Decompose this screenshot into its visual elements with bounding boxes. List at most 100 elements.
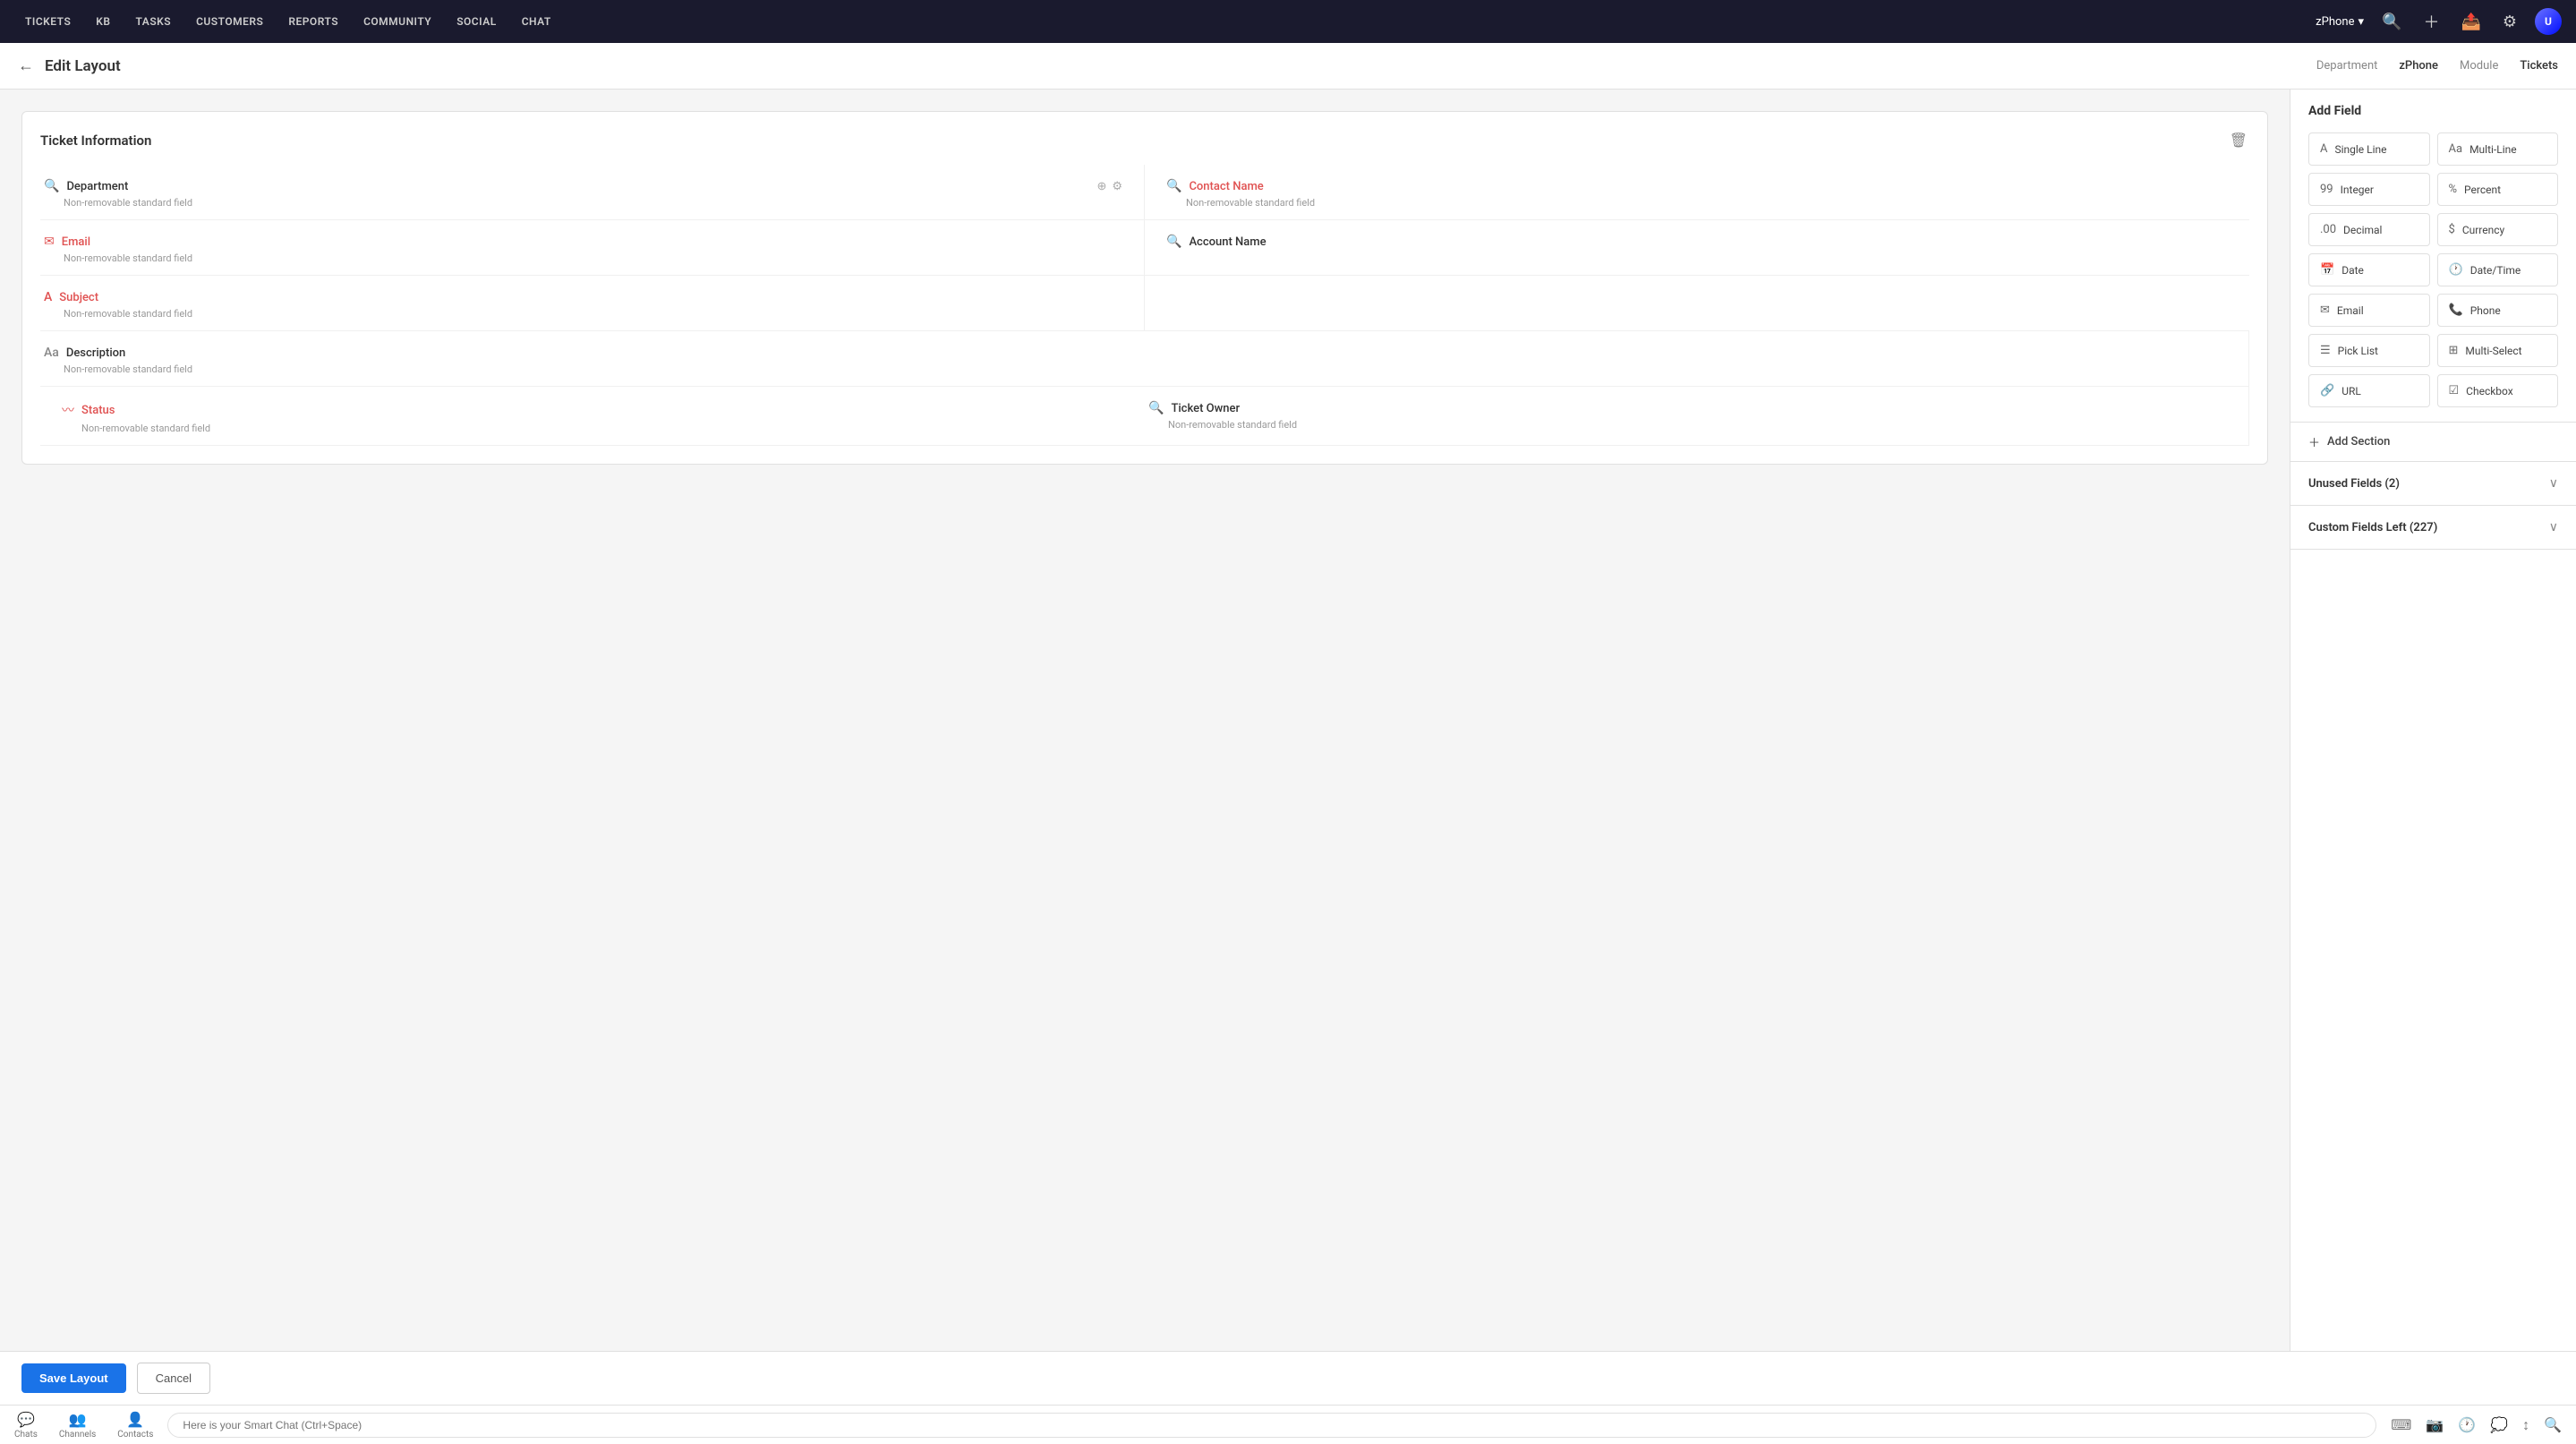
- field-type-percent[interactable]: %Percent: [2437, 173, 2559, 206]
- custom-fields-chevron-icon: ∨: [2549, 520, 2558, 534]
- field-meta-status: Non-removable standard field: [62, 423, 1130, 434]
- datetime-label: Date/Time: [2470, 264, 2521, 277]
- field-type-currency[interactable]: $Currency: [2437, 213, 2559, 246]
- url-icon: 🔗: [2320, 384, 2334, 397]
- picklist-label: Pick List: [2338, 345, 2378, 357]
- right-panel: Add Field ASingle LineAaMulti-Line99Inte…: [2290, 90, 2576, 1351]
- field-name-row-department: 🔍 Department ⊕ ⚙: [44, 179, 1122, 193]
- channels-icon: 👥: [69, 1411, 87, 1428]
- nav-item-reports[interactable]: REPORTS: [277, 10, 349, 33]
- field-item-account-name[interactable]: 🔍Account Name: [1145, 220, 2249, 276]
- keyboard-icon[interactable]: ⌨: [2391, 1416, 2411, 1433]
- nav-item-kb[interactable]: KB: [85, 10, 121, 33]
- field-type-checkbox[interactable]: ☑Checkbox: [2437, 374, 2559, 407]
- field-item-department[interactable]: 🔍Department⊕⚙Non-removable standard fiel…: [40, 165, 1145, 220]
- field-type-multiselect[interactable]: ⊞Multi-Select: [2437, 334, 2559, 367]
- department-label: Department: [2316, 59, 2378, 73]
- field-item-status[interactable]: 〰Status Non-removable standard field: [40, 387, 1145, 446]
- field-type-single-line[interactable]: ASingle Line: [2308, 132, 2430, 166]
- nav-item-tickets[interactable]: TICKETS: [14, 10, 81, 33]
- back-button[interactable]: ←: [18, 56, 34, 75]
- channels-status-item[interactable]: 👥 Channels: [59, 1411, 96, 1440]
- section-ticket-information: Ticket Information 🗑 🔍 Department ⊕ ⚙ Non-remo…: [21, 111, 2268, 465]
- field-type-integer[interactable]: 99Integer: [2308, 173, 2430, 206]
- field-item-contact-name[interactable]: 🔍Contact NameNon-removable standard fiel…: [1145, 165, 2249, 220]
- phone-label: Phone: [2470, 304, 2501, 317]
- field-label-department: Department: [66, 180, 128, 193]
- field-move-icon[interactable]: ⊕: [1096, 180, 1106, 193]
- field-icon-department: 🔍: [44, 179, 59, 193]
- save-layout-button[interactable]: Save Layout: [21, 1363, 126, 1393]
- section-actions-ticket-information: 🗑: [2228, 130, 2249, 150]
- date-label: Date: [2341, 264, 2364, 277]
- field-type-url[interactable]: 🔗 URL: [2308, 374, 2430, 407]
- custom-fields-section[interactable]: Custom Fields Left (227) ∨: [2290, 506, 2576, 550]
- sub-header: ← Edit Layout Department zPhone Module T…: [0, 43, 2576, 90]
- smart-chat-input[interactable]: [167, 1413, 2376, 1438]
- field-label-subject: Subject: [59, 291, 98, 304]
- field-type-picklist[interactable]: ☰Pick List: [2308, 334, 2430, 367]
- transfer-icon[interactable]: ↕: [2522, 1416, 2529, 1434]
- video-icon[interactable]: 📷: [2426, 1416, 2444, 1433]
- field-name-row-email: ✉Email: [44, 235, 1122, 249]
- nav-right: zPhone ▾ 🔍 ＋ 📤 ⚙ U: [2316, 6, 2562, 37]
- nav-item-community[interactable]: COMMUNITY: [353, 10, 442, 33]
- section-delete-icon[interactable]: 🗑: [2228, 130, 2249, 150]
- chats-icon: 💬: [17, 1411, 35, 1428]
- currency-icon: $: [2449, 223, 2455, 236]
- field-item-email[interactable]: ✉EmailNon-removable standard field: [40, 220, 1145, 276]
- contacts-icon: 👤: [126, 1411, 144, 1428]
- nav-item-chat[interactable]: CHAT: [511, 10, 562, 33]
- unused-fields-section[interactable]: Unused Fields (2) ∨: [2290, 462, 2576, 506]
- field-icon-contact-name: 🔍: [1166, 179, 1181, 193]
- single-line-icon: A: [2320, 142, 2327, 156]
- email-icon: ✉: [2320, 303, 2330, 317]
- clock-icon[interactable]: 🕐: [2458, 1416, 2476, 1433]
- field-type-multi-line[interactable]: AaMulti-Line: [2437, 132, 2559, 166]
- nav-items: TICKETSKBTASKSCUSTOMERSREPORTSCOMMUNITYS…: [14, 10, 2316, 33]
- field-item-subject[interactable]: ASubjectNon-removable standard field: [40, 276, 1145, 331]
- search-icon[interactable]: 🔍: [2378, 9, 2405, 35]
- chat-bubble-icon[interactable]: 💭: [2490, 1416, 2508, 1433]
- settings-icon[interactable]: ⚙: [2499, 9, 2521, 35]
- field-name-row-ticket-owner: 🔍Ticket Owner: [1148, 401, 2227, 415]
- field-settings-icon[interactable]: ⚙: [1112, 180, 1122, 193]
- chats-status-item[interactable]: 💬 Chats: [14, 1411, 38, 1440]
- multiselect-label: Multi-Select: [2465, 345, 2521, 357]
- add-icon[interactable]: ＋: [2419, 6, 2443, 37]
- nav-item-tasks[interactable]: TASKS: [125, 10, 183, 33]
- avatar[interactable]: U: [2535, 8, 2562, 35]
- search-bottom-icon[interactable]: 🔍: [2544, 1416, 2562, 1433]
- datetime-icon: 🕐: [2449, 263, 2463, 277]
- field-item-ticket-owner[interactable]: 🔍Ticket Owner Non-removable standard fiel…: [1145, 387, 2249, 446]
- unused-fields-label: Unused Fields (2): [2308, 477, 2549, 491]
- date-icon: 📅: [2320, 263, 2334, 277]
- add-field-panel: Add Field ASingle LineAaMulti-Line99Inte…: [2290, 90, 2576, 423]
- contacts-status-item[interactable]: 👤 Contacts: [117, 1411, 153, 1440]
- field-label-contact-name: Contact Name: [1189, 180, 1263, 193]
- brand-dropdown-icon[interactable]: ▾: [2358, 15, 2364, 29]
- field-name-row-status: 〰Status: [62, 401, 1130, 419]
- add-section-button[interactable]: ＋ Add Section: [2290, 423, 2576, 462]
- field-type-email[interactable]: ✉Email: [2308, 294, 2430, 327]
- nav-item-social[interactable]: SOCIAL: [446, 10, 508, 33]
- nav-item-customers[interactable]: CUSTOMERS: [185, 10, 274, 33]
- field-type-datetime[interactable]: 🕐 Date/Time: [2437, 253, 2559, 286]
- field-item-empty-right-subject: [1145, 276, 2249, 331]
- checkbox-label: Checkbox: [2466, 385, 2513, 397]
- field-icon-ticket-owner: 🔍: [1148, 401, 1164, 415]
- url-label: URL: [2341, 385, 2361, 397]
- section-title-ticket-information: Ticket Information: [40, 132, 151, 149]
- field-name-row-account-name: 🔍Account Name: [1166, 235, 2235, 249]
- nav-brand[interactable]: zPhone ▾: [2316, 15, 2364, 29]
- field-type-phone[interactable]: 📞Phone: [2437, 294, 2559, 327]
- field-meta-ticket-owner: Non-removable standard field: [1148, 419, 2227, 431]
- field-item-description[interactable]: AaDescriptionNon-removable standard fiel…: [40, 331, 2249, 387]
- field-type-decimal[interactable]: .00Decimal: [2308, 213, 2430, 246]
- content-area: Ticket Information 🗑 🔍 Department ⊕ ⚙ Non-remo…: [0, 90, 2290, 1351]
- field-type-date[interactable]: 📅 Date: [2308, 253, 2430, 286]
- field-name-row-description: AaDescription: [44, 346, 2234, 360]
- notifications-icon[interactable]: 📤: [2457, 9, 2484, 35]
- cancel-button[interactable]: Cancel: [137, 1363, 210, 1394]
- field-label-account-name: Account Name: [1189, 235, 1266, 249]
